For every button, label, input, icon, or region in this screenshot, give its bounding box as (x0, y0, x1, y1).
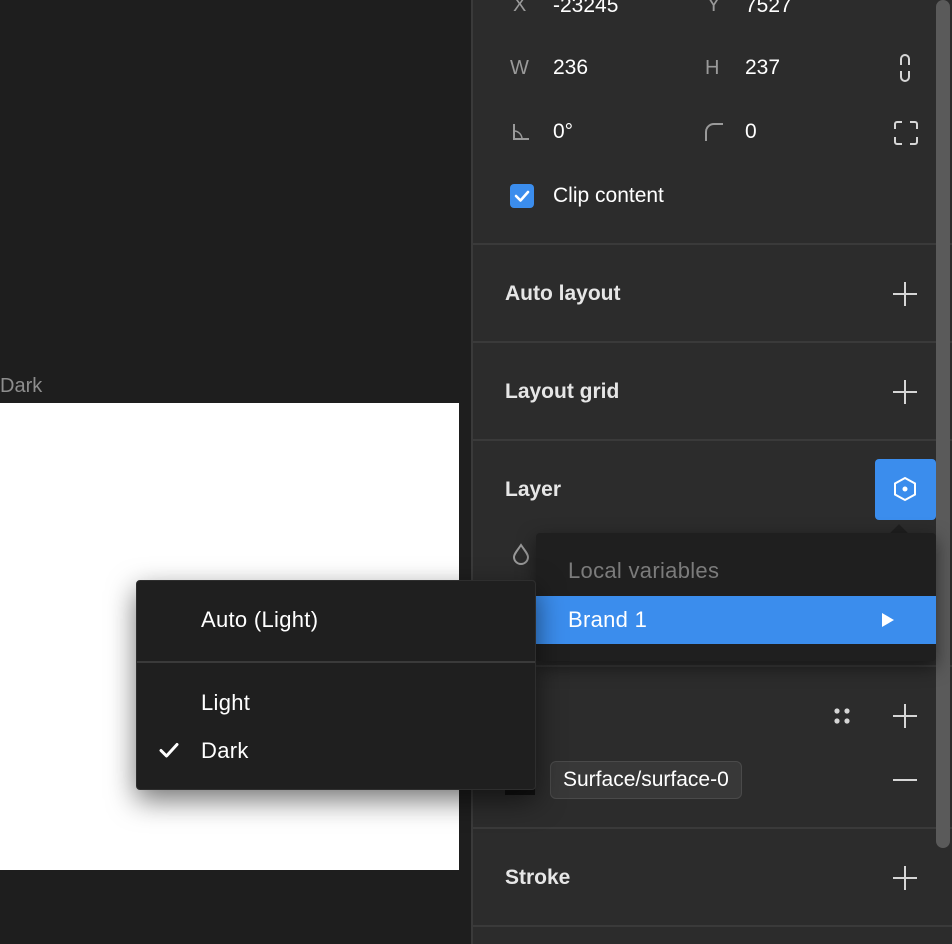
check-icon (514, 190, 530, 202)
divider (473, 665, 952, 667)
variable-collection-label: Brand 1 (568, 607, 648, 632)
hexagon-variable-icon (894, 476, 916, 502)
divider (473, 925, 952, 927)
divider (473, 827, 952, 829)
x-label: X (513, 0, 527, 16)
divider (473, 341, 952, 343)
layout-grid-title: Layout grid (505, 380, 620, 403)
h-input[interactable]: 237 (745, 56, 780, 80)
local-variables-header: Local variables (568, 558, 720, 583)
menu-separator (137, 661, 535, 663)
check-icon (159, 743, 179, 758)
mode-option-light[interactable]: Light (137, 680, 535, 724)
mode-menu: Auto (Light) Light Dark (136, 580, 536, 790)
angle-icon (513, 124, 529, 140)
radius-input[interactable]: 0 (745, 120, 757, 144)
y-label: Y (707, 0, 721, 16)
w-input[interactable]: 236 (553, 56, 588, 80)
expand-corners-icon[interactable] (893, 120, 919, 146)
divider (473, 243, 952, 245)
variable-collection-item[interactable]: Brand 1 (536, 596, 936, 644)
fill-variable-chip[interactable]: Surface/surface-0 (550, 761, 742, 799)
add-fill-plus-icon[interactable] (893, 704, 917, 728)
apply-variable-mode-button[interactable] (875, 459, 936, 520)
four-dots-icon[interactable] (832, 706, 852, 726)
mode-option-label: Dark (201, 738, 249, 763)
add-auto-layout-plus-icon[interactable] (893, 282, 917, 306)
design-panel: X -23245 Y 7527 W 236 H 237 0° 0 Clip co… (471, 0, 952, 944)
add-stroke-plus-icon[interactable] (893, 866, 917, 890)
x-input[interactable]: -23245 (553, 0, 618, 18)
layer-title: Layer (505, 478, 562, 501)
caret-right-icon (882, 613, 894, 627)
add-layout-grid-plus-icon[interactable] (893, 380, 917, 404)
clip-content-label[interactable]: Clip content (553, 184, 664, 208)
mode-option-label: Auto (Light) (201, 607, 319, 632)
rotation-input[interactable]: 0° (553, 120, 573, 144)
h-label: H (705, 57, 720, 79)
stroke-title: Stroke (505, 866, 571, 889)
canvas[interactable]: Dark (0, 0, 471, 944)
remove-fill-minus-icon[interactable] (893, 779, 917, 781)
clip-content-checkbox[interactable] (510, 184, 534, 208)
variables-popover: Local variables Brand 1 (536, 533, 936, 661)
mode-option-dark[interactable]: Dark (137, 728, 535, 772)
panel-scrollbar[interactable] (936, 0, 950, 848)
mode-option-label: Light (201, 690, 251, 715)
drop-icon (512, 543, 530, 565)
link-icon[interactable] (896, 53, 914, 83)
corner-icon (705, 123, 723, 141)
auto-layout-title: Auto layout (505, 282, 621, 305)
frame-label[interactable]: Dark (0, 375, 42, 398)
y-input[interactable]: 7527 (745, 0, 792, 18)
mode-option-auto[interactable]: Auto (Light) (137, 597, 535, 641)
w-label: W (510, 57, 529, 79)
divider (473, 439, 952, 441)
